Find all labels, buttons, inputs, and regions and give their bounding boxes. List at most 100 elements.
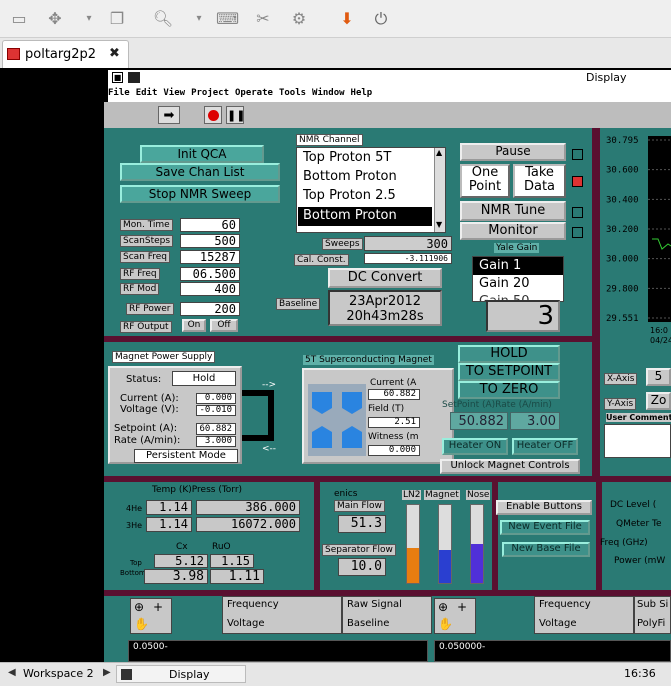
channel-item[interactable]: Top Proton 5T	[303, 150, 391, 165]
heater-off-button[interactable]: Heater OFF	[512, 438, 578, 455]
menu-help[interactable]: Help	[351, 88, 373, 98]
scansteps-label: ScanSteps	[120, 235, 174, 247]
tools-icon[interactable]: ✂	[252, 8, 274, 30]
next-workspace-icon[interactable]: ▶	[103, 667, 111, 678]
move-icon[interactable]: ✥	[44, 8, 66, 30]
to-setpoint-button[interactable]: TO SETPOINT	[458, 363, 560, 381]
sc-setpoint-field[interactable]: 50.882	[450, 412, 508, 430]
new-base-file-button[interactable]: New Base File	[502, 542, 590, 557]
persistent-mode-button[interactable]: Persistent Mode	[134, 449, 238, 463]
rf-mod-field[interactable]: 400	[180, 282, 240, 296]
download-icon[interactable]: ⬇	[336, 8, 358, 30]
hand-icon[interactable]: ✋	[134, 617, 149, 631]
stop-nmr-sweep-button[interactable]: Stop NMR Sweep	[120, 185, 280, 203]
sweeps-label: Sweeps	[322, 238, 363, 250]
menu-file[interactable]: File	[108, 88, 130, 98]
he3-temp: 1.14	[146, 517, 192, 532]
to-zero-button[interactable]: TO ZERO	[458, 381, 560, 399]
zoom-icon[interactable]: ⊕	[438, 600, 448, 614]
crosshair-icon[interactable]: +	[457, 600, 467, 614]
labview-icon	[128, 72, 140, 83]
zoom-icon[interactable]: ⊕	[134, 600, 144, 614]
user-comment-field[interactable]	[604, 424, 671, 458]
magnet-ps-title: Magnet Power Supply	[112, 351, 216, 363]
voltage-label: Voltage	[539, 618, 577, 629]
take-data-button[interactable]: Take Data	[513, 164, 566, 198]
window-menu-icon[interactable]: ■	[112, 72, 123, 83]
history-chart: 30.795 30.600 30.400 30.200 30.000 29.800 29.5…	[606, 136, 671, 345]
channel-item[interactable]: Bottom Proton	[303, 169, 397, 184]
pause-button[interactable]: Pause	[460, 143, 566, 161]
gain-display: 3	[486, 300, 560, 332]
top-ruo: 1.15	[210, 554, 254, 568]
rf-output-label: RF Output	[120, 321, 172, 333]
abort-button[interactable]	[204, 106, 222, 124]
graph-palette: ⊕ + ✋	[434, 598, 476, 634]
rf-power-field[interactable]: 200	[180, 302, 240, 316]
scrollbar[interactable]: ▲ ▼	[434, 148, 445, 232]
menu-view[interactable]: View	[163, 88, 185, 98]
rf-off-button[interactable]: Off	[210, 319, 238, 332]
menu-edit[interactable]: Edit	[136, 88, 158, 98]
unlock-magnet-button[interactable]: Unlock Magnet Controls	[440, 459, 580, 474]
heater-on-button[interactable]: Heater ON	[442, 438, 508, 455]
he4-press: 386.000	[196, 500, 300, 515]
dc-convert-button[interactable]: DC Convert	[328, 268, 442, 288]
init-qca-button[interactable]: Init QCA	[140, 145, 264, 163]
mon-time-field[interactable]: 60	[180, 218, 240, 232]
app-icon	[7, 48, 20, 60]
copy-icon[interactable]: ❐	[106, 8, 128, 30]
sc-field-label: Field (T)	[368, 404, 405, 414]
xaxis-select[interactable]: 5	[646, 368, 671, 386]
channel-item-selected[interactable]: Bottom Proton	[298, 207, 432, 226]
scan-freq-field[interactable]: 15287	[180, 250, 240, 264]
gain-item[interactable]: Gain 20	[479, 276, 530, 291]
dc-level-label: DC Level (	[610, 500, 657, 510]
prev-workspace-icon[interactable]: ◀	[8, 667, 16, 678]
sc-magnet-title: 5T Superconducting Magnet	[302, 354, 435, 366]
chevron-down-icon[interactable]: ▾	[188, 8, 210, 30]
save-chan-list-button[interactable]: Save Chan List	[120, 163, 280, 181]
rf-freq-field[interactable]: 06.500	[180, 267, 240, 281]
scansteps-field[interactable]: 500	[180, 234, 240, 248]
nmr-tune-button[interactable]: NMR Tune	[460, 201, 566, 221]
he4-temp: 1.14	[146, 500, 192, 515]
pause-icon[interactable]: ❚❚	[226, 106, 245, 124]
crosshair-icon[interactable]: +	[153, 600, 163, 614]
menu-operate[interactable]: Operate	[235, 88, 273, 98]
gain-list[interactable]: Gain 1 Gain 20 Gain 50	[472, 256, 564, 302]
menu-window[interactable]: Window	[312, 88, 345, 98]
hold-button[interactable]: HOLD	[458, 345, 560, 363]
new-event-file-button[interactable]: New Event File	[500, 520, 590, 535]
sc-rate-field[interactable]: 3.00	[510, 412, 560, 430]
graph-palette: ⊕ + ✋	[130, 598, 172, 634]
gain-item-selected[interactable]: Gain 1	[473, 257, 563, 275]
keyboard-icon[interactable]: ⌨	[216, 8, 239, 30]
scroll-up-icon[interactable]: ▲	[436, 148, 442, 157]
scroll-down-icon[interactable]: ▼	[436, 220, 442, 229]
nmr-channel-list[interactable]: Top Proton 5T Bottom Proton Top Proton 2…	[296, 147, 446, 233]
plug-icon[interactable]: ⏻	[370, 8, 392, 30]
hand-icon[interactable]: ✋	[438, 617, 453, 631]
one-point-button[interactable]: One Point	[460, 164, 510, 198]
tab-poltarg2p2[interactable]: poltarg2p2 ✖	[2, 40, 129, 68]
window-icon[interactable]: ▭	[8, 8, 30, 30]
polyfit-label: PolyFi	[637, 618, 666, 629]
setpoint-field[interactable]: 60.882	[196, 423, 236, 435]
menu-project[interactable]: Project	[191, 88, 229, 98]
zoom-icon[interactable]: 🔍︎	[152, 8, 174, 30]
monitor-button[interactable]: Monitor	[460, 222, 566, 240]
enable-buttons-button[interactable]: Enable Buttons	[496, 500, 592, 515]
divider	[596, 482, 602, 592]
rf-on-button[interactable]: On	[182, 319, 206, 332]
channel-item[interactable]: Top Proton 2.5	[303, 188, 396, 203]
yaxis-select[interactable]: Zo	[646, 392, 671, 410]
run-arrow-icon[interactable]: ➡	[158, 106, 180, 124]
chevron-down-icon[interactable]: ▾	[78, 8, 100, 30]
workspace-label[interactable]: Workspace 2	[23, 667, 94, 680]
gear-icon[interactable]: ⚙	[288, 8, 310, 30]
taskbar-window-button[interactable]: Display	[116, 665, 246, 683]
menu-tools[interactable]: Tools	[279, 88, 306, 98]
rate-field[interactable]: 3.000	[196, 436, 236, 447]
close-icon[interactable]: ✖	[109, 46, 120, 61]
